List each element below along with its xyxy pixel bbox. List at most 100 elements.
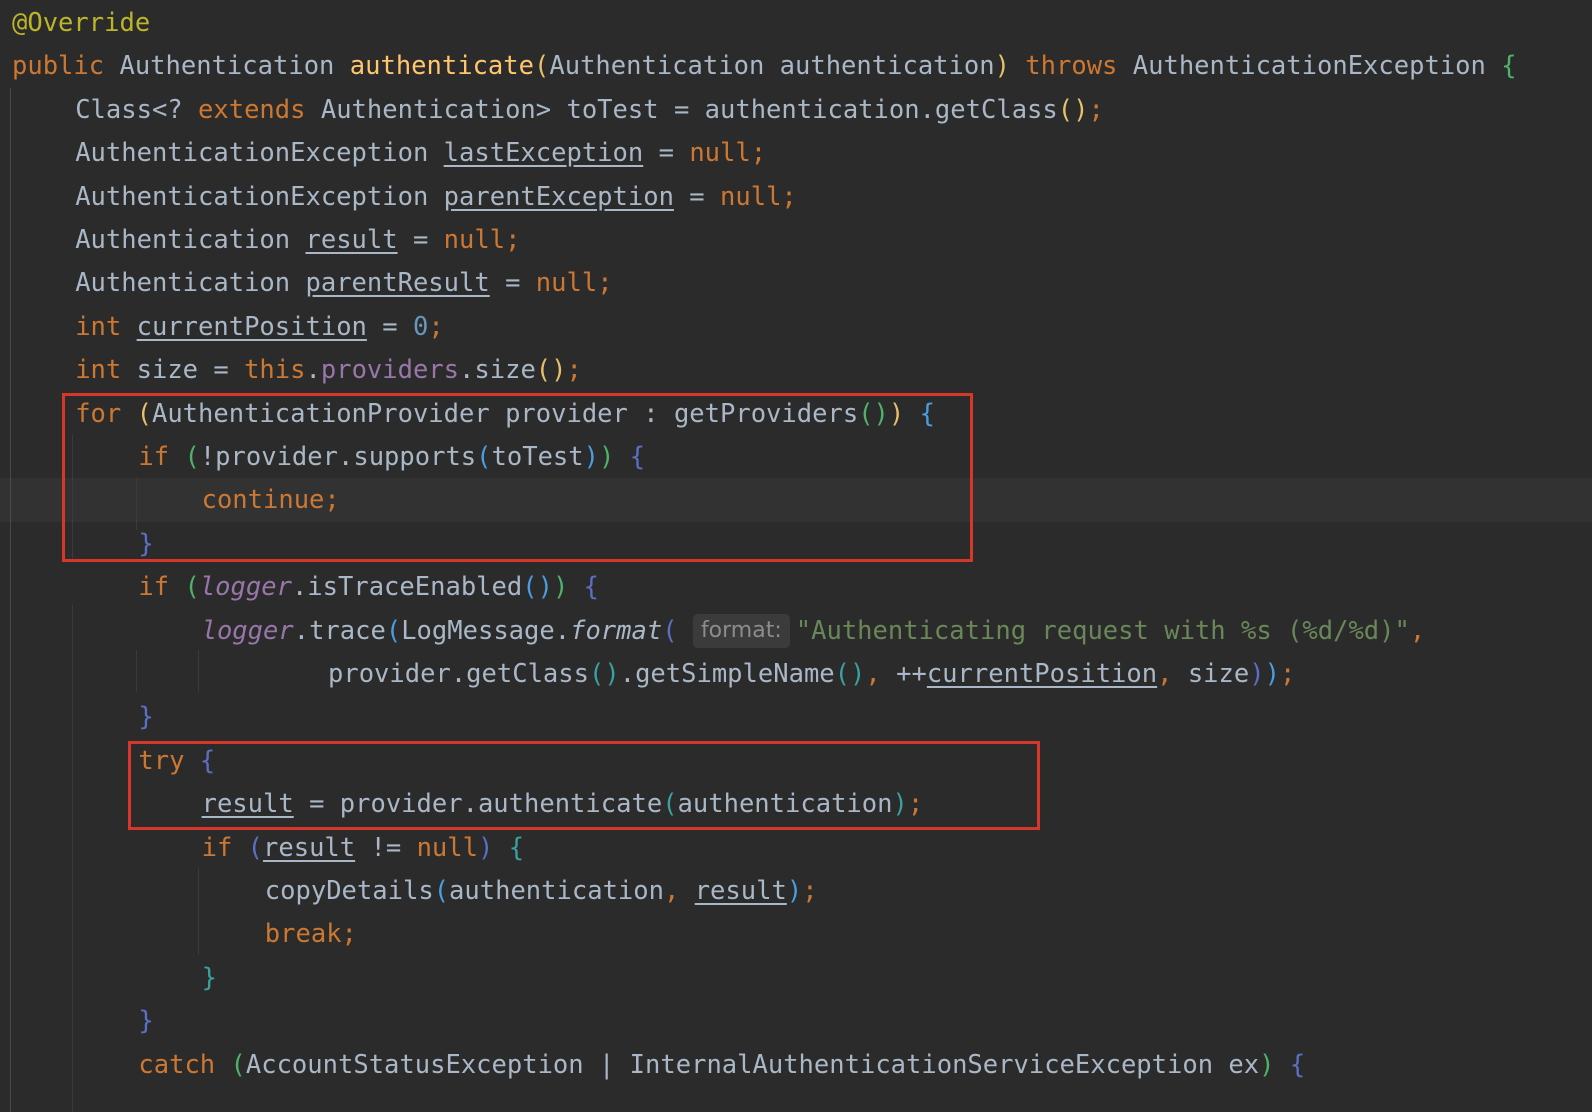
code-text: }	[138, 695, 153, 739]
code-line[interactable]: AuthenticationException lastException = …	[0, 131, 1592, 175]
code-token: =	[397, 225, 444, 255]
code-token: ()	[589, 659, 620, 689]
code-token: result	[305, 225, 398, 255]
code-token: )	[1249, 659, 1265, 689]
highlight-box-for-loop	[62, 393, 973, 562]
code-line[interactable]: break;	[0, 912, 1592, 956]
code-token: catch	[138, 1049, 231, 1080]
code-line[interactable]: }	[0, 999, 1592, 1043]
code-token: @Override	[12, 8, 151, 38]
code-token: (	[385, 615, 402, 646]
code-token: provider.getClass	[328, 659, 589, 689]
code-token: ,	[1409, 615, 1426, 646]
code-token: authentication	[449, 876, 664, 906]
code-token: ,	[1157, 659, 1188, 689]
indent-guide	[198, 650, 199, 692]
code-token: )	[552, 572, 569, 603]
code-token: currentPosition	[136, 311, 367, 342]
code-token: .	[305, 355, 321, 386]
code-token: !=	[355, 832, 417, 863]
code-token: (	[433, 876, 450, 906]
code-line[interactable]: Class<? extends Authentication> toTest =…	[0, 88, 1592, 132]
code-token: Authentication> toTest = authentication.…	[320, 94, 1058, 125]
code-text: if (logger.isTraceEnabled()) {	[138, 565, 599, 609]
highlight-box-try-block	[128, 741, 1040, 830]
code-token: {	[583, 572, 600, 603]
code-text: AuthenticationException lastException = …	[75, 131, 766, 175]
code-token: ;	[1279, 659, 1296, 689]
code-line[interactable]: }	[0, 956, 1592, 1000]
code-token: null;	[720, 181, 797, 212]
code-text: Authentication parentResult = null;	[75, 261, 612, 305]
code-line[interactable]: int size = this.providers.size();	[0, 348, 1592, 392]
code-token: {	[1289, 1049, 1306, 1080]
code-line[interactable]: Authentication parentResult = null;	[0, 261, 1592, 305]
code-text: @Override	[12, 1, 150, 45]
code-line[interactable]: int currentPosition = 0;	[0, 305, 1592, 349]
code-token: "Authenticating request with %s (%d/%d)"	[795, 615, 1410, 646]
code-token: (	[184, 572, 200, 603]
code-line[interactable]: @Override	[0, 1, 1592, 45]
code-token: null;	[689, 138, 767, 169]
code-token: this	[244, 355, 306, 386]
code-token: result	[694, 876, 787, 906]
code-token: ;	[566, 355, 582, 386]
code-text: copyDetails(authentication, result);	[265, 869, 818, 913]
code-token: parentResult	[305, 268, 490, 299]
code-token: }	[201, 962, 217, 993]
code-token: authenticate	[349, 51, 534, 82]
code-text: int size = this.providers.size();	[75, 348, 582, 392]
code-token: null;	[443, 225, 521, 255]
code-text: }	[138, 999, 153, 1043]
code-token: }	[138, 1006, 154, 1037]
code-token: format	[570, 615, 663, 646]
code-text: Class<? extends Authentication> toTest =…	[75, 88, 1104, 132]
code-token: Authentication authentication	[549, 51, 995, 82]
code-line[interactable]: Authentication result = null;	[0, 218, 1592, 262]
code-text: }	[202, 956, 217, 1000]
code-token: LogMessage.	[401, 615, 571, 646]
code-token: 0	[412, 311, 429, 342]
code-token: (	[247, 832, 264, 863]
code-editor[interactable]: @Override public Authentication authentic…	[0, 0, 1592, 1112]
code-token: AuthenticationException	[1132, 51, 1502, 82]
code-token: .isTraceEnabled	[291, 572, 523, 603]
code-token: size =	[136, 355, 245, 386]
code-token: )	[786, 876, 803, 906]
code-token: result	[263, 832, 356, 863]
code-text: logger.trace(LogMessage.format( format: "…	[202, 609, 1426, 653]
code-line[interactable]: public Authentication authenticate(Authe…	[0, 44, 1592, 88]
code-token: =	[643, 138, 690, 169]
code-token: lastException	[443, 138, 644, 169]
code-token: )	[477, 832, 494, 863]
code-line[interactable]: catch (AccountStatusException | Internal…	[0, 1043, 1592, 1087]
code-line[interactable]: }	[0, 695, 1592, 739]
code-token: break;	[264, 919, 357, 950]
code-token: ()	[1057, 94, 1089, 125]
code-token: ()	[522, 572, 553, 603]
code-token: logger	[199, 572, 292, 603]
code-token: if	[138, 572, 185, 603]
code-token: null;	[535, 268, 613, 299]
code-line[interactable]: AuthenticationException parentException …	[0, 175, 1592, 219]
code-token: =	[366, 311, 413, 342]
code-token: ;	[802, 876, 818, 906]
code-token: AccountStatusException | InternalAuthent…	[245, 1049, 1260, 1080]
indent-guide	[10, 88, 11, 1112]
code-line[interactable]: if (logger.isTraceEnabled()) {	[0, 565, 1592, 609]
code-token: =	[673, 181, 721, 212]
code-line[interactable]: if (result != null) {	[0, 826, 1592, 870]
code-token: extends	[198, 94, 321, 125]
code-token: ()	[535, 355, 567, 386]
parameter-hint: format:	[692, 613, 790, 648]
code-token: )	[1264, 659, 1280, 689]
code-text: provider.getClass().getSimpleName(), ++c…	[328, 652, 1295, 696]
code-line[interactable]: provider.getClass().getSimpleName(), ++c…	[0, 652, 1592, 696]
code-token: ++	[896, 659, 927, 689]
indent-guide	[198, 868, 199, 955]
code-line[interactable]: logger.trace(LogMessage.format( format: "…	[0, 609, 1592, 653]
code-line[interactable]: copyDetails(authentication, result);	[0, 869, 1592, 913]
